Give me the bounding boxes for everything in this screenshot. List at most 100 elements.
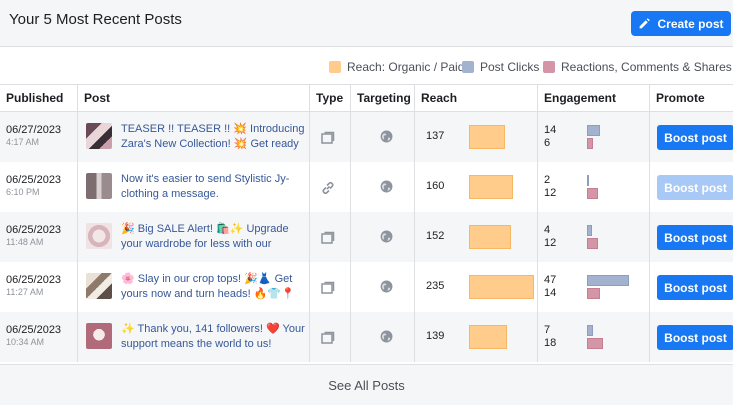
reach-bar [469, 225, 511, 249]
table-row: 06/25/2023 10:34 AM ✨ Thank you, 141 fol… [0, 312, 733, 362]
post-cell: 🌸 Slay in our crop tops! 🎉👗 Get yours no… [77, 262, 309, 312]
reach-value: 139 [426, 330, 445, 342]
post-date: 06/25/2023 [6, 324, 62, 336]
post-cell: 🎉 Big SALE Alert! 🛍️✨ Upgrade your wardr… [77, 212, 309, 262]
album-icon [321, 331, 335, 344]
reach-value: 137 [426, 130, 445, 142]
boost-post-button: Boost post [657, 175, 733, 200]
reactions-bar [587, 288, 600, 299]
engagement-cell: 7 18 [537, 312, 649, 362]
reactions-swatch [543, 61, 555, 73]
reach-cell: 137 [414, 112, 537, 162]
reach-cell: 139 [414, 312, 537, 362]
promote-cell: Boost post [649, 312, 733, 362]
reactions-bar [587, 188, 598, 199]
engagement-cell: 47 14 [537, 262, 649, 312]
engagement-values: 7 18 [544, 324, 556, 350]
promote-cell: Boost post [649, 162, 733, 212]
clicks-value: 14 [544, 124, 557, 136]
post-cell: Now it's easier to send Stylistic Jy-clo… [77, 162, 309, 212]
type-cell [309, 112, 350, 162]
type-cell [309, 162, 350, 212]
engagement-values: 47 14 [544, 274, 556, 300]
clicks-value: 2 [544, 174, 551, 186]
engagement-cell: 14 6 [537, 112, 649, 162]
table-row: 06/25/2023 11:48 AM 🎉 Big SALE Alert! 🛍️… [0, 212, 733, 262]
post-cell: ✨ Thank you, 141 followers! ❤️ Your supp… [77, 312, 309, 362]
type-cell [309, 212, 350, 262]
table-row: 06/25/2023 11:27 AM 🌸 Slay in our crop t… [0, 262, 733, 312]
type-cell [309, 262, 350, 312]
targeting-cell [350, 312, 414, 362]
reach-bar [469, 125, 505, 149]
targeting-cell [350, 212, 414, 262]
clicks-bar [587, 325, 593, 336]
post-time: 10:34 AM [6, 337, 45, 347]
legend-reactions-label: Reactions, Comments & Shares [561, 60, 732, 74]
engagement-cell: 2 12 [537, 162, 649, 212]
post-date: 06/25/2023 [6, 274, 62, 286]
boost-post-button[interactable]: Boost post [657, 225, 733, 250]
create-post-button[interactable]: Create post [631, 11, 731, 36]
reach-bar [469, 275, 534, 299]
clicks-value: 4 [544, 224, 551, 236]
post-text[interactable]: 🎉 Big SALE Alert! 🛍️✨ Upgrade your wardr… [121, 222, 307, 252]
boost-post-button[interactable]: Boost post [657, 275, 733, 300]
legend-reach: Reach: Organic / Paid [329, 60, 464, 74]
see-all-posts-link[interactable]: See All Posts [0, 364, 733, 405]
reach-cell: 235 [414, 262, 537, 312]
published-cell: 06/27/2023 4:17 AM [0, 112, 77, 162]
chart-legend: Reach: Organic / Paid Post Clicks Reacti… [0, 48, 733, 85]
globe-icon [380, 130, 393, 143]
post-text[interactable]: 🌸 Slay in our crop tops! 🎉👗 Get yours no… [121, 272, 307, 302]
reactions-bar [587, 138, 593, 149]
pencil-icon [640, 18, 651, 29]
boost-post-button[interactable]: Boost post [657, 125, 733, 150]
post-thumbnail[interactable] [86, 223, 112, 249]
engagement-values: 2 12 [544, 174, 556, 200]
post-date: 06/27/2023 [6, 124, 62, 136]
reactions-value: 6 [544, 137, 551, 149]
post-cell: TEASER !! TEASER !! 💥 Introducing Zara's… [77, 112, 309, 162]
engagement-cell: 4 12 [537, 212, 649, 262]
engagement-values: 14 6 [544, 124, 556, 150]
post-text[interactable]: Now it's easier to send Stylistic Jy-clo… [121, 172, 307, 202]
clicks-bar [587, 275, 629, 286]
globe-icon [380, 330, 393, 343]
published-cell: 06/25/2023 11:27 AM [0, 262, 77, 312]
type-cell [309, 312, 350, 362]
post-date: 06/25/2023 [6, 174, 62, 186]
reach-bar [469, 175, 513, 199]
promote-cell: Boost post [649, 212, 733, 262]
post-time: 4:17 AM [6, 137, 40, 147]
reach-swatch [329, 61, 341, 73]
reactions-value: 12 [544, 237, 557, 249]
post-thumbnail[interactable] [86, 323, 112, 349]
reactions-value: 12 [544, 187, 557, 199]
page-header: Your 5 Most Recent Posts Create post [0, 0, 733, 47]
post-date: 06/25/2023 [6, 224, 62, 236]
boost-post-button[interactable]: Boost post [657, 325, 733, 350]
globe-icon [380, 180, 393, 193]
post-text[interactable]: ✨ Thank you, 141 followers! ❤️ Your supp… [121, 322, 307, 352]
table-row: 06/25/2023 6:10 PM Now it's easier to se… [0, 162, 733, 212]
reach-cell: 160 [414, 162, 537, 212]
column-reach: Reach [414, 85, 537, 112]
post-thumbnail[interactable] [86, 273, 112, 299]
promote-cell: Boost post [649, 262, 733, 312]
album-icon [321, 281, 335, 294]
clicks-swatch [462, 61, 474, 73]
create-post-label: Create post [657, 16, 724, 31]
reach-value: 160 [426, 180, 445, 192]
post-thumbnail[interactable] [86, 173, 112, 199]
album-icon [321, 231, 335, 244]
column-type: Type [309, 85, 350, 112]
post-text[interactable]: TEASER !! TEASER !! 💥 Introducing Zara's… [121, 122, 307, 152]
clicks-bar [587, 175, 589, 186]
reactions-bar [587, 338, 603, 349]
post-thumbnail[interactable] [86, 123, 112, 149]
globe-icon [380, 230, 393, 243]
legend-clicks-label: Post Clicks [480, 60, 540, 74]
column-published: Published [6, 91, 64, 105]
album-icon [321, 131, 335, 144]
